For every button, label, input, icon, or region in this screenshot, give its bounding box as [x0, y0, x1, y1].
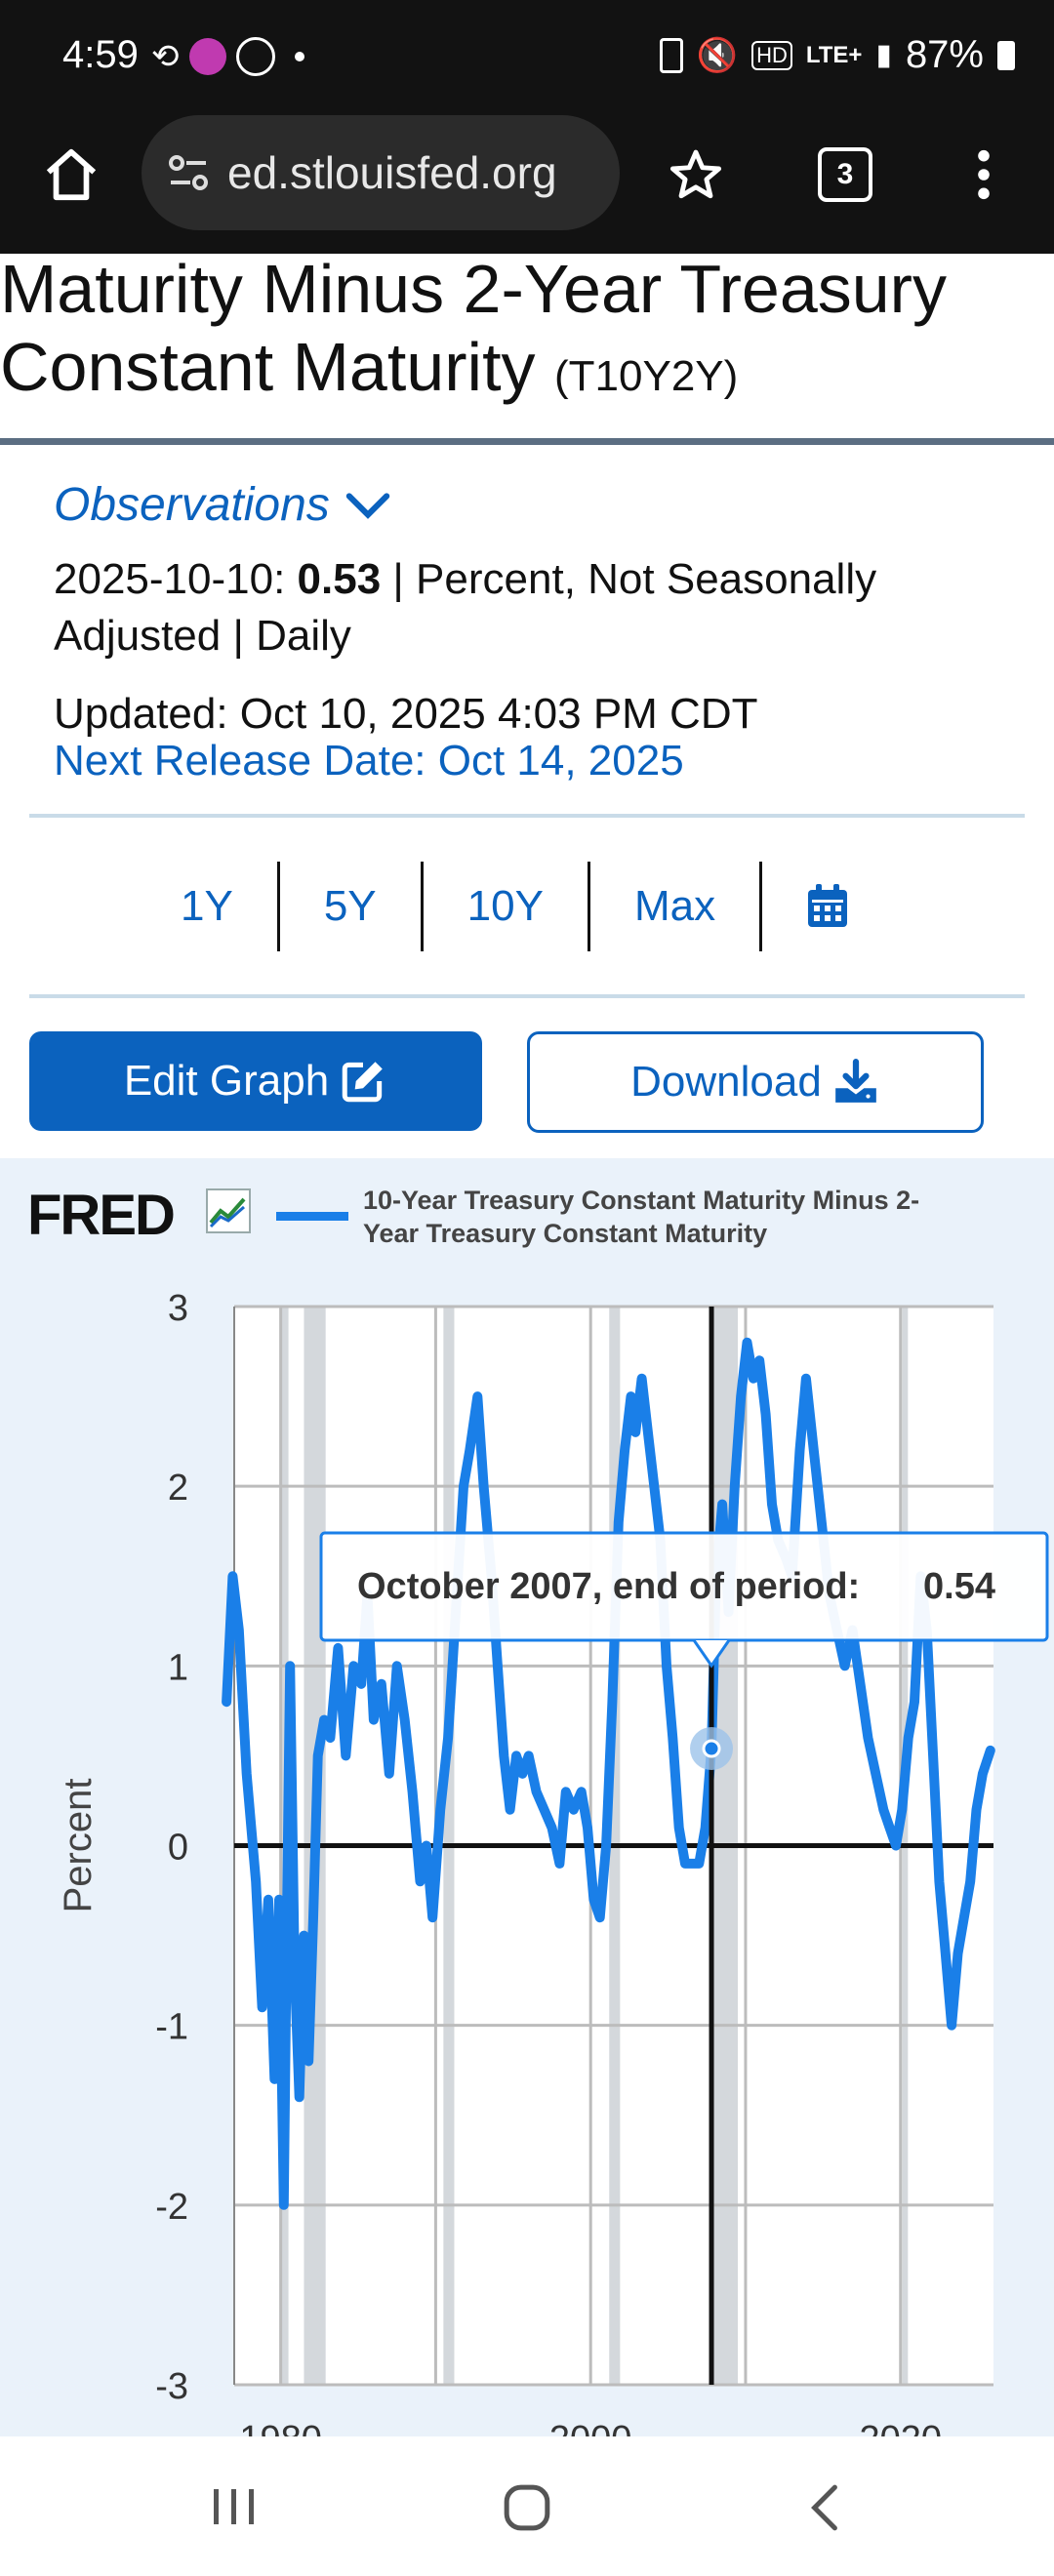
highlight-point: [702, 1739, 721, 1758]
legend-swatch: [276, 1212, 348, 1221]
browser-toolbar: ed.stlouisfed.org 3: [0, 115, 1054, 254]
calendar-icon[interactable]: [806, 884, 849, 929]
title-divider: [0, 438, 1054, 445]
range-max-button[interactable]: Max: [590, 862, 763, 951]
dot-icon: [294, 52, 304, 61]
status-left-icons: ⟲: [151, 37, 304, 76]
app-notification-icon: [188, 38, 226, 75]
divider: [29, 994, 1025, 998]
download-icon[interactable]: [831, 1058, 880, 1107]
divider: [29, 814, 1025, 818]
line-chart[interactable]: 3 2 1 0 -1 -2 -3 1980 2000 2020 Percent October 200…: [0, 1259, 1054, 2436]
observation-date: 2025-10-10:: [54, 555, 286, 603]
url-text[interactable]: ed.stlouisfed.org: [227, 146, 598, 199]
y-tick-label: 3: [168, 1288, 188, 1329]
next-release-link[interactable]: Next Release Date: Oct 14, 2025: [54, 737, 684, 785]
status-bar: 4:59 ⟲ 🔇 HD LTE+ ▮ 87%: [0, 0, 1054, 115]
observations-toggle[interactable]: Observations: [54, 478, 390, 532]
observation-summary: 2025-10-10: 0.53 | Percent, Not Seasonal…: [54, 551, 1030, 664]
site-settings-icon[interactable]: [165, 149, 212, 196]
recent-apps-icon[interactable]: [210, 2485, 257, 2528]
y-tick-label: -2: [155, 2187, 188, 2228]
chevron-down-icon[interactable]: [345, 491, 390, 520]
y-tick-label: 1: [168, 1647, 188, 1688]
hd-badge: HD: [751, 40, 792, 70]
range-10y-button[interactable]: 10Y: [424, 862, 590, 951]
y-tick-label: -1: [155, 2007, 188, 2048]
storage-icon: [235, 37, 275, 76]
range-selector: 1Y 5Y 10Y Max: [137, 862, 893, 951]
download-label[interactable]: Download: [630, 1058, 822, 1107]
android-nav-bar: [0, 2436, 1054, 2576]
y-tick-label: -3: [155, 2366, 188, 2407]
edit-graph-button[interactable]: Edit Graph: [29, 1031, 482, 1131]
tab-switcher-button[interactable]: 3: [818, 147, 872, 202]
series-code: (T10Y2Y): [554, 352, 739, 400]
legend-label: 10-Year Treasury Constant Maturity Minus…: [363, 1186, 920, 1248]
y-tick-label: 0: [168, 1828, 188, 1869]
observations-label[interactable]: Observations: [54, 478, 330, 532]
updated-text: Updated: Oct 10, 2025 4:03 PM CDT: [54, 690, 758, 738]
bookmark-star-icon[interactable]: [668, 146, 724, 203]
trend-chart-icon: [206, 1188, 251, 1233]
x-tick-label: 2000: [549, 2419, 632, 2436]
calendar-button[interactable]: [762, 862, 893, 951]
range-1y-button[interactable]: 1Y: [137, 862, 280, 951]
download-button[interactable]: Download: [527, 1031, 984, 1133]
status-time: 4:59: [62, 33, 139, 76]
page-title: Maturity Minus 2-Year Treasury Constant …: [0, 250, 1054, 416]
status-right: 🔇 HD LTE+ ▮ 87%: [659, 33, 1015, 77]
more-options-icon[interactable]: [964, 146, 1003, 203]
page-title-main: Maturity Minus 2-Year Treasury Constant …: [0, 251, 947, 405]
y-tick-label: 2: [168, 1468, 188, 1509]
address-bar[interactable]: ed.stlouisfed.org: [142, 115, 620, 230]
home-nav-icon[interactable]: [503, 2483, 551, 2532]
fred-logo: FRED: [27, 1184, 176, 1247]
battery-saver-icon: [659, 37, 683, 73]
home-icon[interactable]: [41, 144, 101, 205]
battery-icon: [997, 40, 1015, 70]
battery-percent: 87%: [905, 33, 984, 76]
x-tick-label: 1980: [239, 2419, 322, 2436]
mute-icon: 🔇: [696, 36, 739, 74]
edit-graph-label[interactable]: Edit Graph: [124, 1057, 329, 1106]
y-axis-label: Percent: [57, 1779, 100, 1913]
observation-value: 0.53: [297, 555, 382, 603]
tooltip-label: October 2007, end of period:: [357, 1566, 860, 1607]
tooltip-value: 0.54: [923, 1566, 995, 1607]
range-5y-button[interactable]: 5Y: [280, 862, 424, 951]
signal-icon: ▮: [875, 39, 892, 71]
edit-icon[interactable]: [339, 1057, 387, 1106]
network-type: LTE+: [805, 41, 863, 68]
back-icon[interactable]: [805, 2483, 844, 2532]
x-tick-label: 2020: [859, 2419, 942, 2436]
link-icon: ⟲: [151, 38, 180, 75]
